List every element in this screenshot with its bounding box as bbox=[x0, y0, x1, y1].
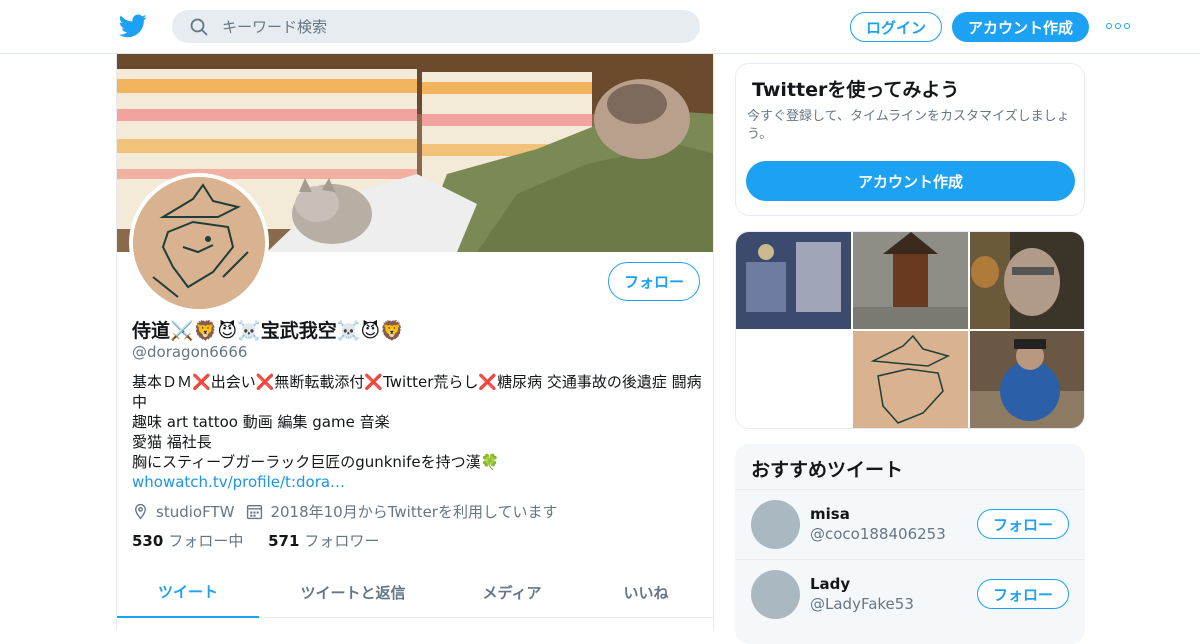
bio-line-4: 胸にスティーブガーラック巨匠のgunknifeを持つ漢🍀 bbox=[132, 453, 500, 471]
signup-panel-title: Twitterを使ってみよう bbox=[752, 79, 960, 101]
search-input[interactable] bbox=[222, 17, 662, 36]
bio-line-2: 趣味 art tattoo 動画 編集 game 音楽 bbox=[132, 413, 390, 431]
media-thumbnail[interactable] bbox=[853, 331, 968, 428]
recommended-user-name[interactable]: Lady bbox=[810, 575, 850, 593]
media-thumbnail[interactable] bbox=[970, 331, 1084, 428]
search-bar[interactable] bbox=[172, 10, 700, 43]
more-options-icon[interactable] bbox=[1106, 19, 1130, 33]
profile-handle: @doragon6666 bbox=[132, 343, 248, 361]
profile-column: フォロー 侍道⚔️🦁😈☠️宝武我空☠️😈🦁 @doragon6666 基本ＤＭ❌… bbox=[116, 54, 714, 630]
media-grid bbox=[735, 231, 1085, 429]
profile-location: studioFTW bbox=[156, 502, 235, 521]
recommended-user-handle: @coco188406253 bbox=[810, 525, 946, 543]
avatar[interactable] bbox=[751, 500, 800, 549]
profile-bio: 基本ＤＭ❌出会い❌無断転載添付❌Twitter荒らし❌糖尿病 交通事故の後遺症 … bbox=[132, 372, 704, 492]
recommended-user-name[interactable]: misa bbox=[810, 505, 850, 523]
profile-joined-date: 2018年10月からTwitterを利用しています bbox=[270, 503, 558, 521]
recommended-title: おすすめツイート bbox=[751, 459, 904, 481]
tab-likes[interactable]: いいね bbox=[577, 566, 713, 618]
signup-panel-description: 今すぐ登録して、タイムラインをカスタマイズしましょう。 bbox=[747, 109, 1070, 142]
recommended-user-row[interactable]: misa @coco188406253 フォロー bbox=[735, 489, 1085, 559]
login-button[interactable]: ログイン bbox=[850, 12, 942, 42]
profile-meta: studioFTW 2018年10月からTwitterを利用しています bbox=[132, 501, 570, 522]
following-count-link[interactable]: 530 フォロー中 bbox=[132, 532, 243, 550]
recommended-user-row[interactable]: Lady @LadyFake53 フォロー bbox=[735, 559, 1085, 629]
recommended-tweets-panel: おすすめツイート misa @coco188406253 フォロー Lady @… bbox=[735, 444, 1085, 644]
bio-line-1: 基本ＤＭ❌出会い❌無断転載添付❌Twitter荒らし❌糖尿病 交通事故の後遺症 … bbox=[132, 373, 702, 411]
media-thumbnail[interactable] bbox=[853, 232, 968, 329]
tab-tweets[interactable]: ツイート bbox=[117, 566, 259, 618]
bio-link[interactable]: whowatch.tv/profile/t:dora… bbox=[132, 472, 704, 492]
media-thumbnail[interactable] bbox=[736, 331, 851, 428]
location-icon bbox=[135, 503, 146, 520]
recommended-follow-button[interactable]: フォロー bbox=[977, 509, 1069, 539]
profile-avatar[interactable] bbox=[129, 173, 269, 313]
tab-media[interactable]: メディア bbox=[447, 566, 577, 618]
search-icon bbox=[190, 18, 208, 35]
recommended-follow-button[interactable]: フォロー bbox=[977, 579, 1069, 609]
tab-tweets-and-replies[interactable]: ツイートと返信 bbox=[259, 566, 447, 618]
calendar-icon bbox=[247, 504, 263, 520]
profile-tabs: ツイート ツイートと返信 メディア いいね bbox=[117, 566, 713, 618]
bio-line-3: 愛猫 福社長 bbox=[132, 433, 212, 451]
twitter-logo-icon[interactable] bbox=[119, 14, 147, 38]
recommended-user-handle: @LadyFake53 bbox=[810, 595, 914, 613]
top-navigation-bar: ログイン アカウント作成 bbox=[0, 0, 1200, 54]
signup-button[interactable]: アカウント作成 bbox=[952, 12, 1089, 42]
followers-count-link[interactable]: 571 フォロワー bbox=[268, 532, 379, 550]
media-thumbnail[interactable] bbox=[970, 232, 1084, 329]
profile-counts: 530 フォロー中 571 フォロワー bbox=[132, 530, 399, 551]
media-thumbnail[interactable] bbox=[736, 232, 851, 329]
follow-button[interactable]: フォロー bbox=[608, 262, 700, 301]
profile-display-name: 侍道⚔️🦁😈☠️宝武我空☠️😈🦁 bbox=[132, 320, 404, 342]
signup-panel-button[interactable]: アカウント作成 bbox=[746, 161, 1075, 201]
signup-prompt-panel: Twitterを使ってみよう 今すぐ登録して、タイムラインをカスタマイズしましょ… bbox=[735, 63, 1085, 216]
avatar[interactable] bbox=[751, 570, 800, 619]
